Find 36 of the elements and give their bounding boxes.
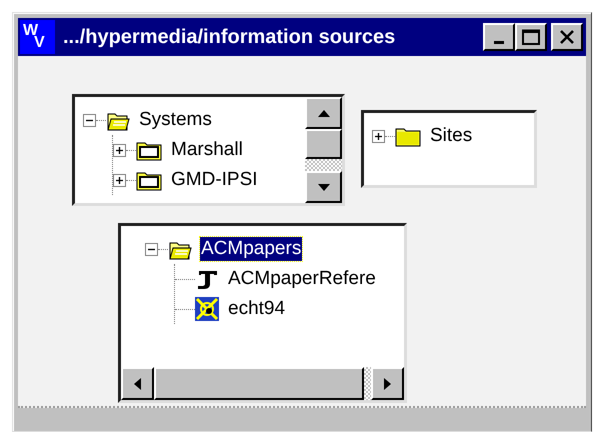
vertical-scrollbar[interactable] bbox=[305, 97, 342, 203]
collapse-icon[interactable] bbox=[83, 114, 96, 126]
scroll-left-button[interactable] bbox=[121, 367, 154, 400]
tree-item[interactable]: Systems bbox=[138, 108, 213, 132]
scroll-track[interactable] bbox=[305, 159, 342, 171]
minimize-icon bbox=[494, 41, 504, 44]
scroll-up-button[interactable] bbox=[305, 97, 342, 129]
tree-item[interactable]: ACMpaperRefere bbox=[227, 267, 377, 291]
web-icon bbox=[195, 297, 219, 321]
minimize-button[interactable] bbox=[483, 23, 515, 51]
right-arrow-icon bbox=[384, 378, 391, 390]
scroll-thumb[interactable] bbox=[305, 129, 342, 159]
app-logo: W V bbox=[20, 20, 55, 54]
scroll-right-button[interactable] bbox=[371, 367, 404, 400]
collapse-icon[interactable] bbox=[145, 242, 158, 256]
maximize-button[interactable] bbox=[515, 23, 547, 51]
text-icon bbox=[195, 268, 219, 290]
scroll-thumb[interactable] bbox=[154, 367, 364, 400]
maximize-icon bbox=[522, 29, 540, 45]
close-button[interactable] bbox=[551, 23, 583, 51]
expand-icon[interactable] bbox=[113, 144, 126, 156]
tree-item[interactable]: ACMpapers bbox=[200, 237, 302, 261]
close-icon bbox=[559, 30, 575, 44]
up-arrow-icon bbox=[318, 110, 330, 116]
tree-item[interactable]: Sites bbox=[429, 124, 474, 148]
tree-item[interactable]: GMD-IPSI bbox=[170, 168, 259, 192]
tree-item[interactable]: Marshall bbox=[170, 138, 244, 162]
down-arrow-icon bbox=[318, 184, 330, 190]
horizontal-scrollbar[interactable] bbox=[121, 367, 404, 400]
scroll-track[interactable] bbox=[364, 367, 371, 400]
expand-icon[interactable] bbox=[113, 174, 126, 186]
left-arrow-icon bbox=[134, 378, 141, 390]
tree-item[interactable]: echt94 bbox=[227, 297, 286, 321]
window-title: .../hypermedia/information sources bbox=[63, 25, 396, 50]
expand-icon[interactable] bbox=[372, 130, 385, 142]
scroll-down-button[interactable] bbox=[305, 171, 342, 203]
